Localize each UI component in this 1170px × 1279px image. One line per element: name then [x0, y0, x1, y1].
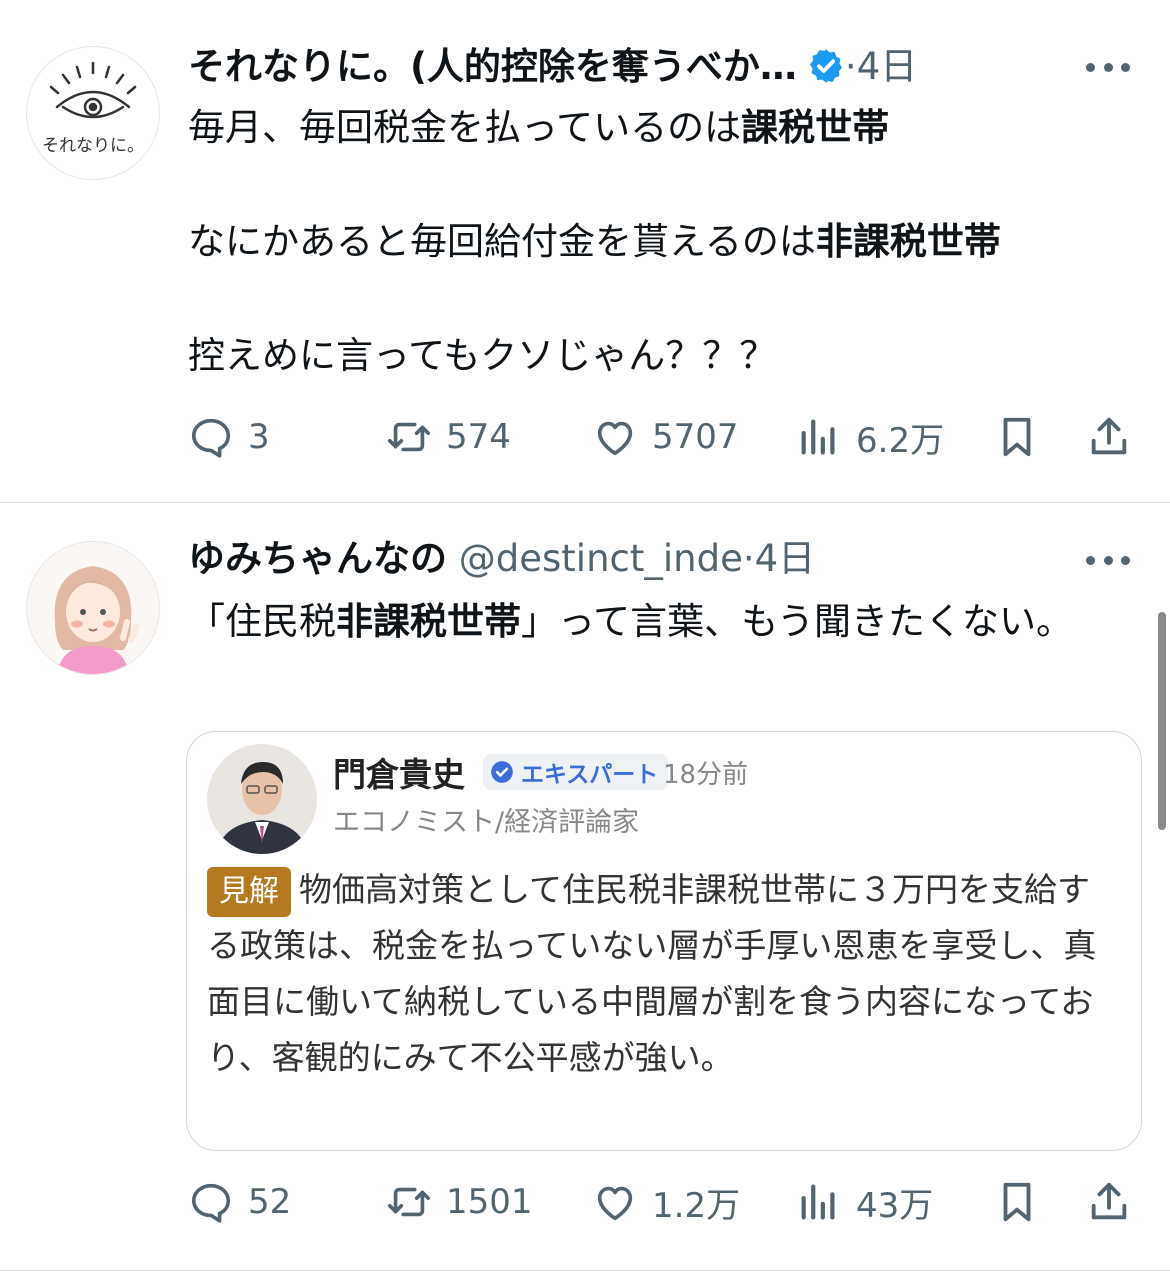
eye-logo-icon: [49, 61, 137, 119]
like-count: 5707: [652, 417, 739, 457]
views-icon: [801, 419, 835, 455]
tweet-time[interactable]: 4日: [857, 45, 918, 88]
line-text: 毎月、毎回税金を払っているのは: [188, 106, 742, 149]
like-button[interactable]: 1.2万: [592, 1172, 740, 1232]
reply-count: 3: [248, 417, 270, 457]
avatar-yumichan[interactable]: [26, 541, 160, 675]
tweet-header: それなりに。(人的控除を奪うべか… ·4日: [188, 42, 917, 92]
like-icon: [597, 421, 633, 456]
attached-image[interactable]: 門倉貴史 エキスパート 18分前 エコノミスト/経済評論家 見解 物価高対策として…: [186, 731, 1142, 1151]
reply-button[interactable]: 3: [188, 407, 270, 467]
badge-label: エキスパート: [521, 762, 659, 788]
text-bold: 非課税世帯: [336, 600, 521, 643]
reply-icon: [191, 418, 231, 458]
views-count: 43万: [856, 1185, 934, 1226]
tweet-header: ゆみちゃんなの @destinct_inde·4日: [188, 534, 815, 584]
bottom-divider: [0, 1270, 1170, 1271]
action-bar: 52 1501 1.2万 43万: [188, 1172, 1140, 1232]
line-bold: 非課税世帯: [815, 220, 1001, 263]
retweet-count: 574: [446, 417, 511, 457]
tweet-line: なにかあると毎回給付金を貰えるのは非課税世帯: [188, 213, 1126, 270]
reply-icon: [191, 1183, 231, 1223]
retweet-button[interactable]: 574: [386, 407, 511, 467]
separator-dot: ·: [844, 45, 857, 88]
retweet-icon: [388, 422, 430, 452]
text-post: 」って言葉、もう聞きたくない。: [521, 600, 1074, 643]
like-count: 1.2万: [652, 1185, 741, 1226]
display-name[interactable]: それなりに。(人的控除を奪うべか…: [188, 45, 797, 88]
check-badge-icon: [491, 761, 513, 783]
line-text: 控えめに言ってもクソじゃん？？？: [188, 334, 777, 377]
views-icon: [801, 1184, 835, 1220]
scrollbar[interactable]: [1158, 612, 1166, 830]
views-count: 6.2万: [856, 420, 945, 461]
avatar-caption: それなりに。: [42, 136, 144, 156]
retweet-button[interactable]: 1501: [386, 1172, 533, 1232]
verified-icon: [809, 49, 842, 83]
bookmark-button[interactable]: [994, 1172, 1040, 1232]
expert-role: エコノミスト/経済評論家: [333, 807, 640, 838]
quote-text: 見解 物価高対策として住民税非課税世帯に３万円を支給する政策は、税金を払っていない…: [207, 862, 1119, 1086]
opinion-tag: 見解: [207, 867, 291, 917]
share-icon: [1091, 1182, 1127, 1220]
tweet-line: 毎月、毎回税金を払っているのは課税世帯: [188, 99, 1126, 156]
more-icon[interactable]: [1086, 553, 1130, 567]
more-icon[interactable]: [1086, 60, 1130, 74]
quote-body: 物価高対策として住民税非課税世帯に３万円を支給する政策は、税金を払っていない層が…: [207, 870, 1097, 1077]
expert-photo: [207, 744, 317, 854]
expert-name: 門倉貴史: [333, 755, 465, 794]
action-bar: 3 574 5707 6.2万: [188, 407, 1140, 467]
tweet-1: それなりに。 それなりに。(人的控除を奪うべか… ·4日 毎月、毎回税金を払って…: [0, 0, 1170, 502]
tweet-text: 毎月、毎回税金を払っているのは課税世帯 なにかあると毎回給付金を貰えるのは非課税…: [188, 99, 1126, 384]
share-icon: [1091, 417, 1127, 455]
share-button[interactable]: [1086, 407, 1132, 467]
bookmark-button[interactable]: [994, 407, 1040, 467]
retweet-icon: [388, 1187, 430, 1217]
line-text: なにかあると毎回給付金を貰えるのは: [188, 220, 816, 263]
share-button[interactable]: [1086, 1172, 1132, 1232]
tweet-time[interactable]: 4日: [755, 537, 816, 580]
bookmark-icon: [1003, 417, 1031, 457]
tweet-paragraph: 「住民税非課税世帯」って言葉、もう聞きたくない。: [188, 593, 1114, 650]
retweet-count: 1501: [446, 1182, 533, 1222]
separator-dot: ·: [742, 537, 755, 580]
tweet-text: 「住民税非課税世帯」って言葉、もう聞きたくない。: [188, 593, 1114, 650]
user-handle[interactable]: @destinct_inde: [459, 537, 743, 580]
views-button[interactable]: 6.2万: [796, 407, 944, 467]
line-bold: 課税世帯: [741, 106, 890, 149]
avatar-sorenarini[interactable]: それなりに。: [26, 46, 160, 180]
avatar-illustration-icon: [27, 542, 159, 674]
display-name[interactable]: ゆみちゃんなの: [188, 537, 447, 580]
person-photo-icon: [207, 744, 317, 854]
text-pre: 「住民税: [188, 600, 336, 643]
expert-badge: エキスパート: [483, 754, 669, 790]
views-button[interactable]: 43万: [796, 1172, 933, 1232]
tweet-line: 控えめに言ってもクソじゃん？？？: [188, 327, 1126, 384]
like-button[interactable]: 5707: [592, 407, 739, 467]
reply-button[interactable]: 52: [188, 1172, 291, 1232]
quote-time: 18分前: [663, 760, 749, 790]
bookmark-icon: [1003, 1182, 1031, 1222]
like-icon: [597, 1186, 633, 1221]
reply-count: 52: [248, 1182, 292, 1222]
